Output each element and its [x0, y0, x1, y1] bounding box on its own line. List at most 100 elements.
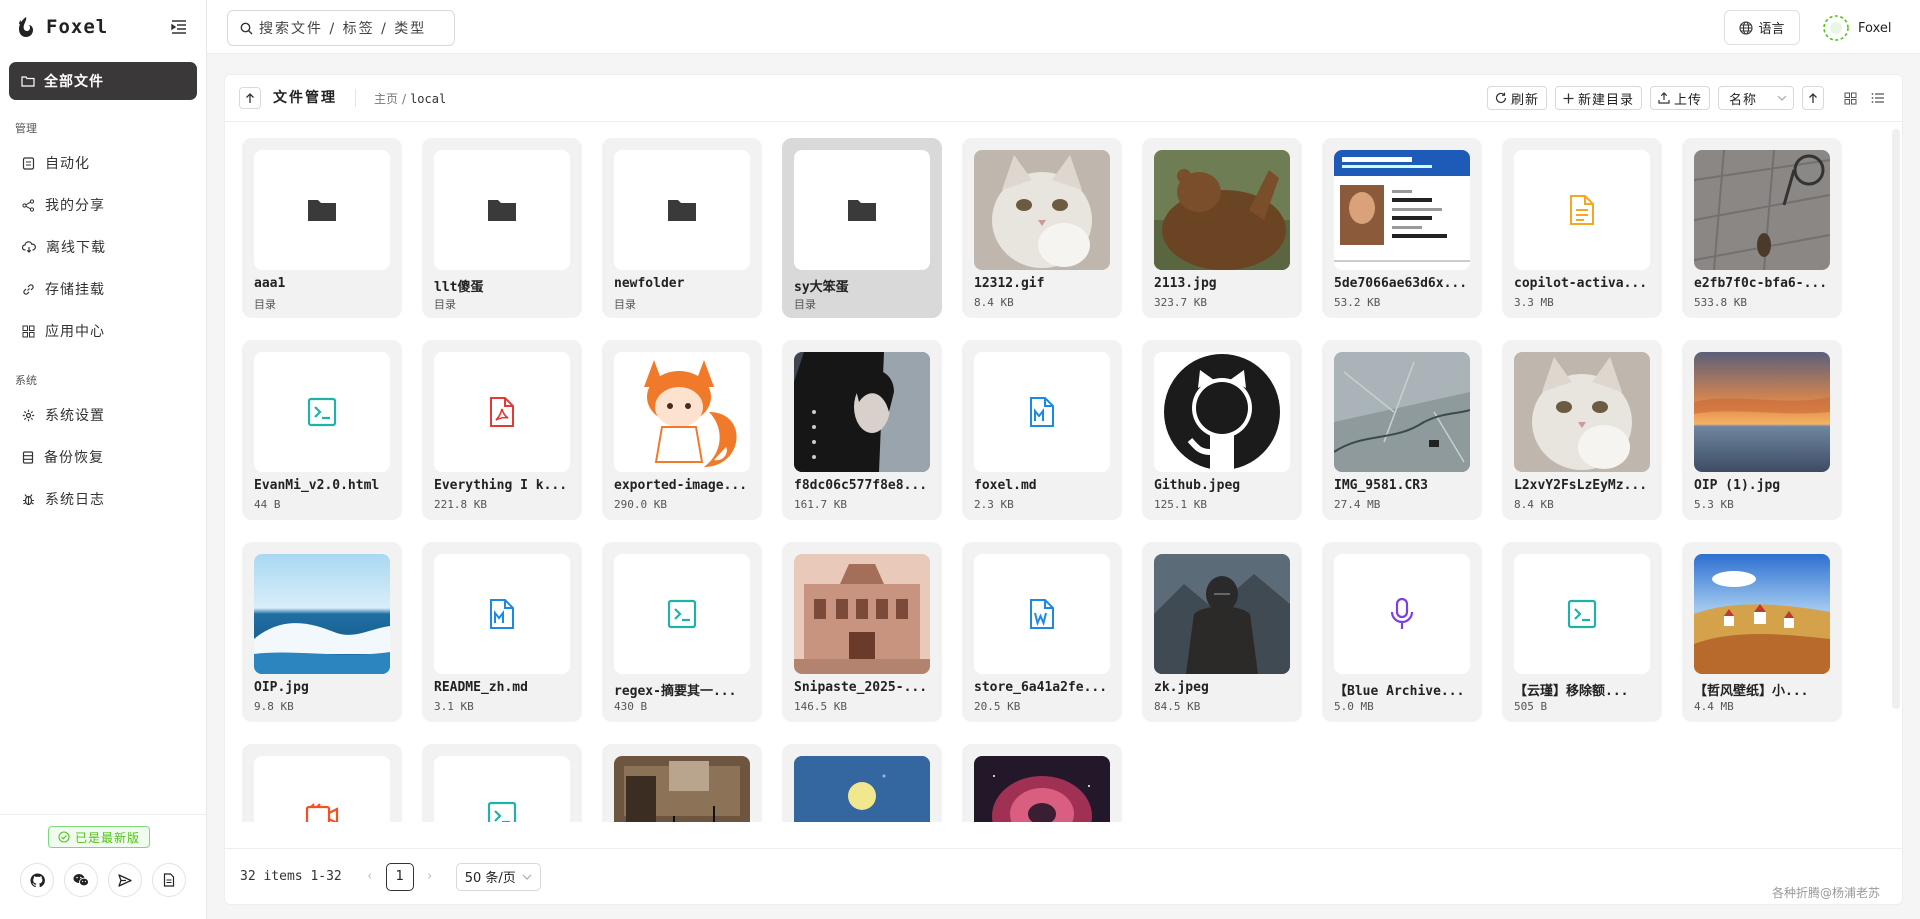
grid-view-icon[interactable] [1838, 86, 1862, 110]
refresh-icon [1495, 92, 1507, 104]
file-item[interactable]: README_zh.md 3.1 KB [422, 542, 582, 722]
chevron-down-icon [522, 874, 532, 880]
file-name: exported-image... [614, 478, 748, 493]
file-size: 目录 [434, 298, 456, 311]
sidebar-item-system-settings[interactable]: 系统设置 [0, 394, 206, 436]
chevron-down-icon [1777, 95, 1787, 101]
user-name: Foxel [1858, 20, 1892, 36]
file-item[interactable]: store_6a41a2fe... 20.5 KB [962, 542, 1122, 722]
link-icon [23, 283, 34, 295]
folder-item[interactable]: llt傻蛋 目录 [422, 138, 582, 318]
breadcrumb-home[interactable]: 主页 [374, 92, 398, 106]
file-item[interactable]: OIP (1).jpg 5.3 KB [1682, 340, 1842, 520]
file-item[interactable]: foxel.md 2.3 KB [962, 340, 1122, 520]
folder-item[interactable]: aaa1 目录 [242, 138, 402, 318]
file-item[interactable]: Github.jpeg 125.1 KB [1142, 340, 1302, 520]
sidebar-item-system-log[interactable]: 系统日志 [0, 478, 206, 520]
file-name: zk.jpeg [1154, 680, 1209, 695]
image-thumbnail [614, 352, 750, 472]
upload-button[interactable]: 上传 [1649, 86, 1710, 110]
file-size: 323.7 KB [1154, 296, 1207, 309]
github-icon[interactable] [20, 863, 54, 897]
file-item[interactable]: IMG_9581.CR3 27.4 MB [1322, 340, 1482, 520]
bug-icon [23, 493, 34, 505]
image-thumbnail [1694, 554, 1830, 674]
sidebar-item-backup-restore[interactable]: 备份恢复 [0, 436, 206, 478]
sidebar-collapse-icon[interactable] [168, 16, 190, 38]
sidebar-item-app-center[interactable]: 应用中心 [0, 310, 206, 352]
sort-direction-button[interactable] [1802, 86, 1824, 110]
file-item[interactable]: L2xvY2FsLzEyMz... 8.4 KB [1502, 340, 1662, 520]
sidebar-footer: 已是最新版 [0, 814, 206, 919]
file-item[interactable]: zk.jpeg 84.5 KB [1142, 542, 1302, 722]
search-placeholder: 搜索文件 / 标签 / 类型 [259, 21, 427, 37]
wechat-icon[interactable] [64, 863, 98, 897]
parent-directory-button[interactable] [239, 87, 261, 109]
sidebar-item-offline-download[interactable]: 离线下载 [0, 226, 206, 268]
new-folder-button[interactable]: 新建目录 [1554, 86, 1642, 110]
image-thumbnail [1154, 150, 1290, 270]
file-item[interactable]: EvanMi_v2.0.html 44 B [242, 340, 402, 520]
file-item[interactable]: Snipaste_2025-... 146.5 KB [782, 542, 942, 722]
language-button[interactable]: 语言 [1724, 10, 1800, 45]
file-item[interactable]: f8dc06c577f8e8... 161.7 KB [782, 340, 942, 520]
version-status-text: 已是最新版 [75, 830, 141, 845]
file-item[interactable]: 【哲风壁纸】小... 4.4 MB [1682, 542, 1842, 722]
file-size: 3.3 MB [1514, 296, 1554, 309]
file-name: 12312.gif [974, 276, 1045, 291]
next-page-icon[interactable]: › [418, 869, 442, 884]
page-number[interactable]: 1 [385, 862, 414, 891]
image-thumbnail [974, 150, 1110, 270]
file-item[interactable] [962, 744, 1122, 822]
file-item[interactable]: regex-摘要其一... 430 B [602, 542, 762, 722]
file-size: 161.7 KB [794, 498, 847, 511]
file-size: 27.4 MB [1334, 498, 1381, 511]
check-circle-icon [58, 831, 70, 843]
file-item[interactable] [422, 744, 582, 822]
page-size-select[interactable]: 50 条/页 [455, 862, 541, 891]
file-size: 53.2 KB [1334, 296, 1381, 309]
file-item[interactable]: 12312.gif 8.4 KB [962, 138, 1122, 318]
image-thumbnail [794, 554, 930, 674]
image-thumbnail [254, 554, 390, 674]
file-item[interactable]: exported-image... 290.0 KB [602, 340, 762, 520]
image-thumbnail [614, 756, 750, 822]
file-item[interactable]: 【云瑾】移除额... 505 B [1502, 542, 1662, 722]
folder-item[interactable]: sy大笨蛋 目录 [782, 138, 942, 318]
sidebar-item-automation[interactable]: 自动化 [0, 142, 206, 184]
pagination-bar: 32 items 1-32 ‹ 1 › 50 条/页 [225, 848, 1902, 904]
file-item[interactable]: Everything I k... 221.8 KB [422, 340, 582, 520]
sidebar-item-label: 我的分享 [45, 198, 105, 214]
sort-by-select[interactable]: 名称 [1718, 86, 1794, 110]
brand: Foxel [0, 0, 206, 54]
document-icon[interactable] [152, 863, 186, 897]
file-name: 5de7066ae63d6x... [1334, 276, 1468, 291]
file-name: regex-摘要其一... [614, 684, 737, 699]
sidebar: Foxel 全部文件 管理 自动化 我的分享 离线下载 存储挂载 应用中心 系统… [0, 0, 207, 919]
file-item[interactable]: 5de7066ae63d6x... 53.2 KB [1322, 138, 1482, 318]
file-item[interactable] [782, 744, 942, 822]
refresh-button[interactable]: 刷新 [1486, 86, 1547, 110]
list-view-icon[interactable] [1866, 86, 1890, 110]
scrollbar[interactable] [1892, 129, 1900, 709]
sidebar-item-all-files[interactable]: 全部文件 [9, 62, 197, 100]
search-input[interactable]: 搜索文件 / 标签 / 类型 [227, 10, 455, 46]
file-item[interactable]: e2fb7f0c-bfa6-... 533.8 KB [1682, 138, 1842, 318]
telegram-send-icon[interactable] [108, 863, 142, 897]
globe-icon [1739, 20, 1754, 35]
sidebar-item-my-shares[interactable]: 我的分享 [0, 184, 206, 226]
folder-icon [434, 150, 570, 270]
file-name: 2113.jpg [1154, 276, 1217, 291]
file-name: Everything I k... [434, 478, 568, 493]
file-item[interactable]: 【Blue Archive... 5.0 MB [1322, 542, 1482, 722]
folder-item[interactable]: newfolder 目录 [602, 138, 762, 318]
file-item[interactable]: OIP.jpg 9.8 KB [242, 542, 402, 722]
file-item[interactable]: 2113.jpg 323.7 KB [1142, 138, 1302, 318]
prev-page-icon[interactable]: ‹ [358, 869, 382, 884]
user-menu[interactable]: Foxel [1822, 14, 1891, 42]
page-title: 文件管理 [273, 89, 356, 107]
file-item[interactable] [602, 744, 762, 822]
sidebar-item-storage-mount[interactable]: 存储挂载 [0, 268, 206, 310]
file-item[interactable]: copilot-activa... 3.3 MB [1502, 138, 1662, 318]
file-item[interactable] [242, 744, 402, 822]
